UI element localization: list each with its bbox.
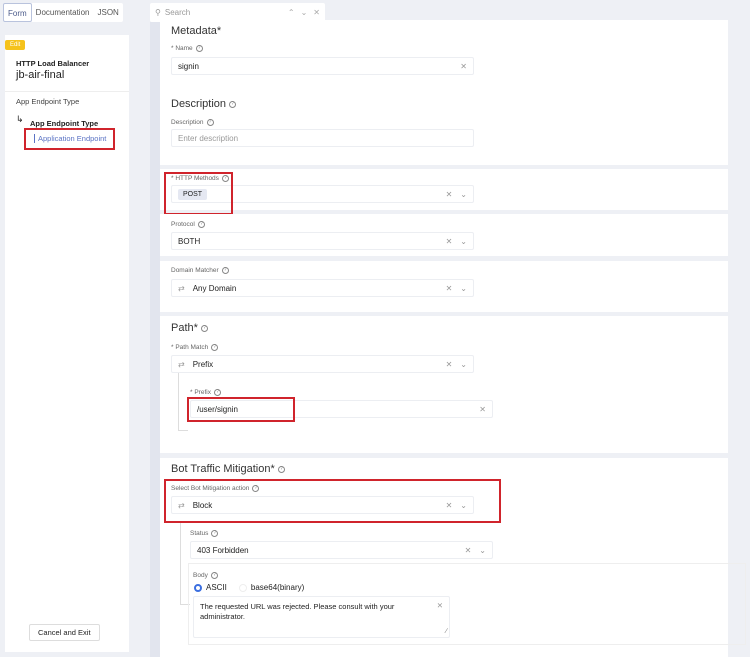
prev-icon[interactable]: ⌃ <box>288 8 295 17</box>
view-tabs: Form Documentation JSON <box>3 3 123 22</box>
help-icon: ? <box>211 530 219 537</box>
clear-icon: ✕ <box>445 359 453 369</box>
close-icon[interactable]: ✕ <box>313 8 320 17</box>
shuffle-icon: ⇄ <box>178 359 185 369</box>
resize-handle-icon: ∕ <box>445 628 447 635</box>
chevron-down-icon: ⌄ <box>460 283 467 293</box>
description-input[interactable]: Enter description <box>171 129 474 147</box>
lb-type: HTTP Load Balancer <box>16 59 90 68</box>
chevron-down-icon: ⌄ <box>479 545 486 555</box>
highlight-box <box>187 397 295 422</box>
help-icon: ? <box>197 221 205 228</box>
name-input[interactable]: signin ✕ <box>171 57 474 75</box>
path-title: Path*? <box>171 322 208 334</box>
shuffle-icon: ⇄ <box>178 283 185 293</box>
help-icon: ? <box>200 324 208 332</box>
prefix-label: * Prefix? <box>190 389 221 396</box>
description-label: Description? <box>171 119 214 126</box>
domain-label: Domain Matcher? <box>171 267 229 274</box>
sidebar-section[interactable]: App Endpoint Type <box>16 97 79 106</box>
tab-json[interactable]: JSON <box>93 3 122 22</box>
body-encoding: ASCII base64(binary) <box>194 583 304 592</box>
help-icon: ? <box>210 572 218 579</box>
next-icon[interactable]: ⌄ <box>301 8 308 17</box>
edit-badge: Edit <box>5 40 26 50</box>
scroll-gutter <box>150 22 160 657</box>
cancel-exit-button[interactable]: Cancel and Exit <box>29 624 100 641</box>
help-icon: ? <box>277 465 285 473</box>
tab-form[interactable]: Form <box>3 3 32 22</box>
search-icon: ⚲ <box>155 8 161 17</box>
path-match-select[interactable]: ⇄ Prefix ✕ ⌄ <box>171 355 474 373</box>
chevron-down-icon: ⌄ <box>460 236 467 246</box>
clear-icon: ✕ <box>464 545 472 555</box>
radio-base64[interactable] <box>238 583 247 592</box>
chevron-down-icon: ⌄ <box>460 189 467 199</box>
highlight-box <box>164 172 233 215</box>
chevron-down-icon: ⌄ <box>460 359 467 369</box>
help-icon: ? <box>221 267 229 274</box>
help-icon: ? <box>195 45 203 52</box>
description-title: Description? <box>171 98 237 110</box>
status-label: Status? <box>190 530 219 537</box>
clear-icon: ✕ <box>445 189 453 199</box>
return-arrow-icon: ↳ <box>16 114 24 124</box>
highlight-box <box>164 479 501 523</box>
sidebar-item-label: Application Endpoint <box>34 134 107 143</box>
clear-icon: ✕ <box>479 404 486 414</box>
search-placeholder: Search <box>164 8 191 17</box>
path-card <box>160 316 728 453</box>
metadata-title: Metadata* <box>171 25 222 37</box>
name-label: * Name? <box>171 45 203 52</box>
help-icon: ? <box>206 119 214 126</box>
clear-icon: ✕ <box>445 283 453 293</box>
body-textarea[interactable]: The requested URL was rejected. Please c… <box>193 596 450 638</box>
protocol-select[interactable]: BOTH ✕ ⌄ <box>171 232 474 250</box>
help-icon: ? <box>213 389 221 396</box>
lb-name: jb-air-final <box>16 69 65 81</box>
domain-select[interactable]: ⇄ Any Domain ✕ ⌄ <box>171 279 474 297</box>
sidebar-item-application-endpoint[interactable]: Application Endpoint <box>24 128 115 150</box>
tab-documentation[interactable]: Documentation <box>32 3 94 22</box>
help-icon: ? <box>211 344 219 351</box>
bot-title: Bot Traffic Mitigation*? <box>171 463 285 475</box>
help-icon: ? <box>229 100 237 108</box>
clear-icon: ✕ <box>436 601 443 610</box>
path-match-label: * Path Match? <box>171 344 219 351</box>
divider <box>5 91 129 92</box>
status-select[interactable]: 403 Forbidden ✕ ⌄ <box>190 541 493 559</box>
clear-icon: ✕ <box>460 61 467 71</box>
radio-ascii[interactable] <box>194 583 202 592</box>
clear-icon: ✕ <box>445 236 453 246</box>
sidebar-sub: App Endpoint Type <box>30 119 99 128</box>
body-label: Body? <box>193 572 218 579</box>
protocol-label: Protocol? <box>171 221 205 228</box>
